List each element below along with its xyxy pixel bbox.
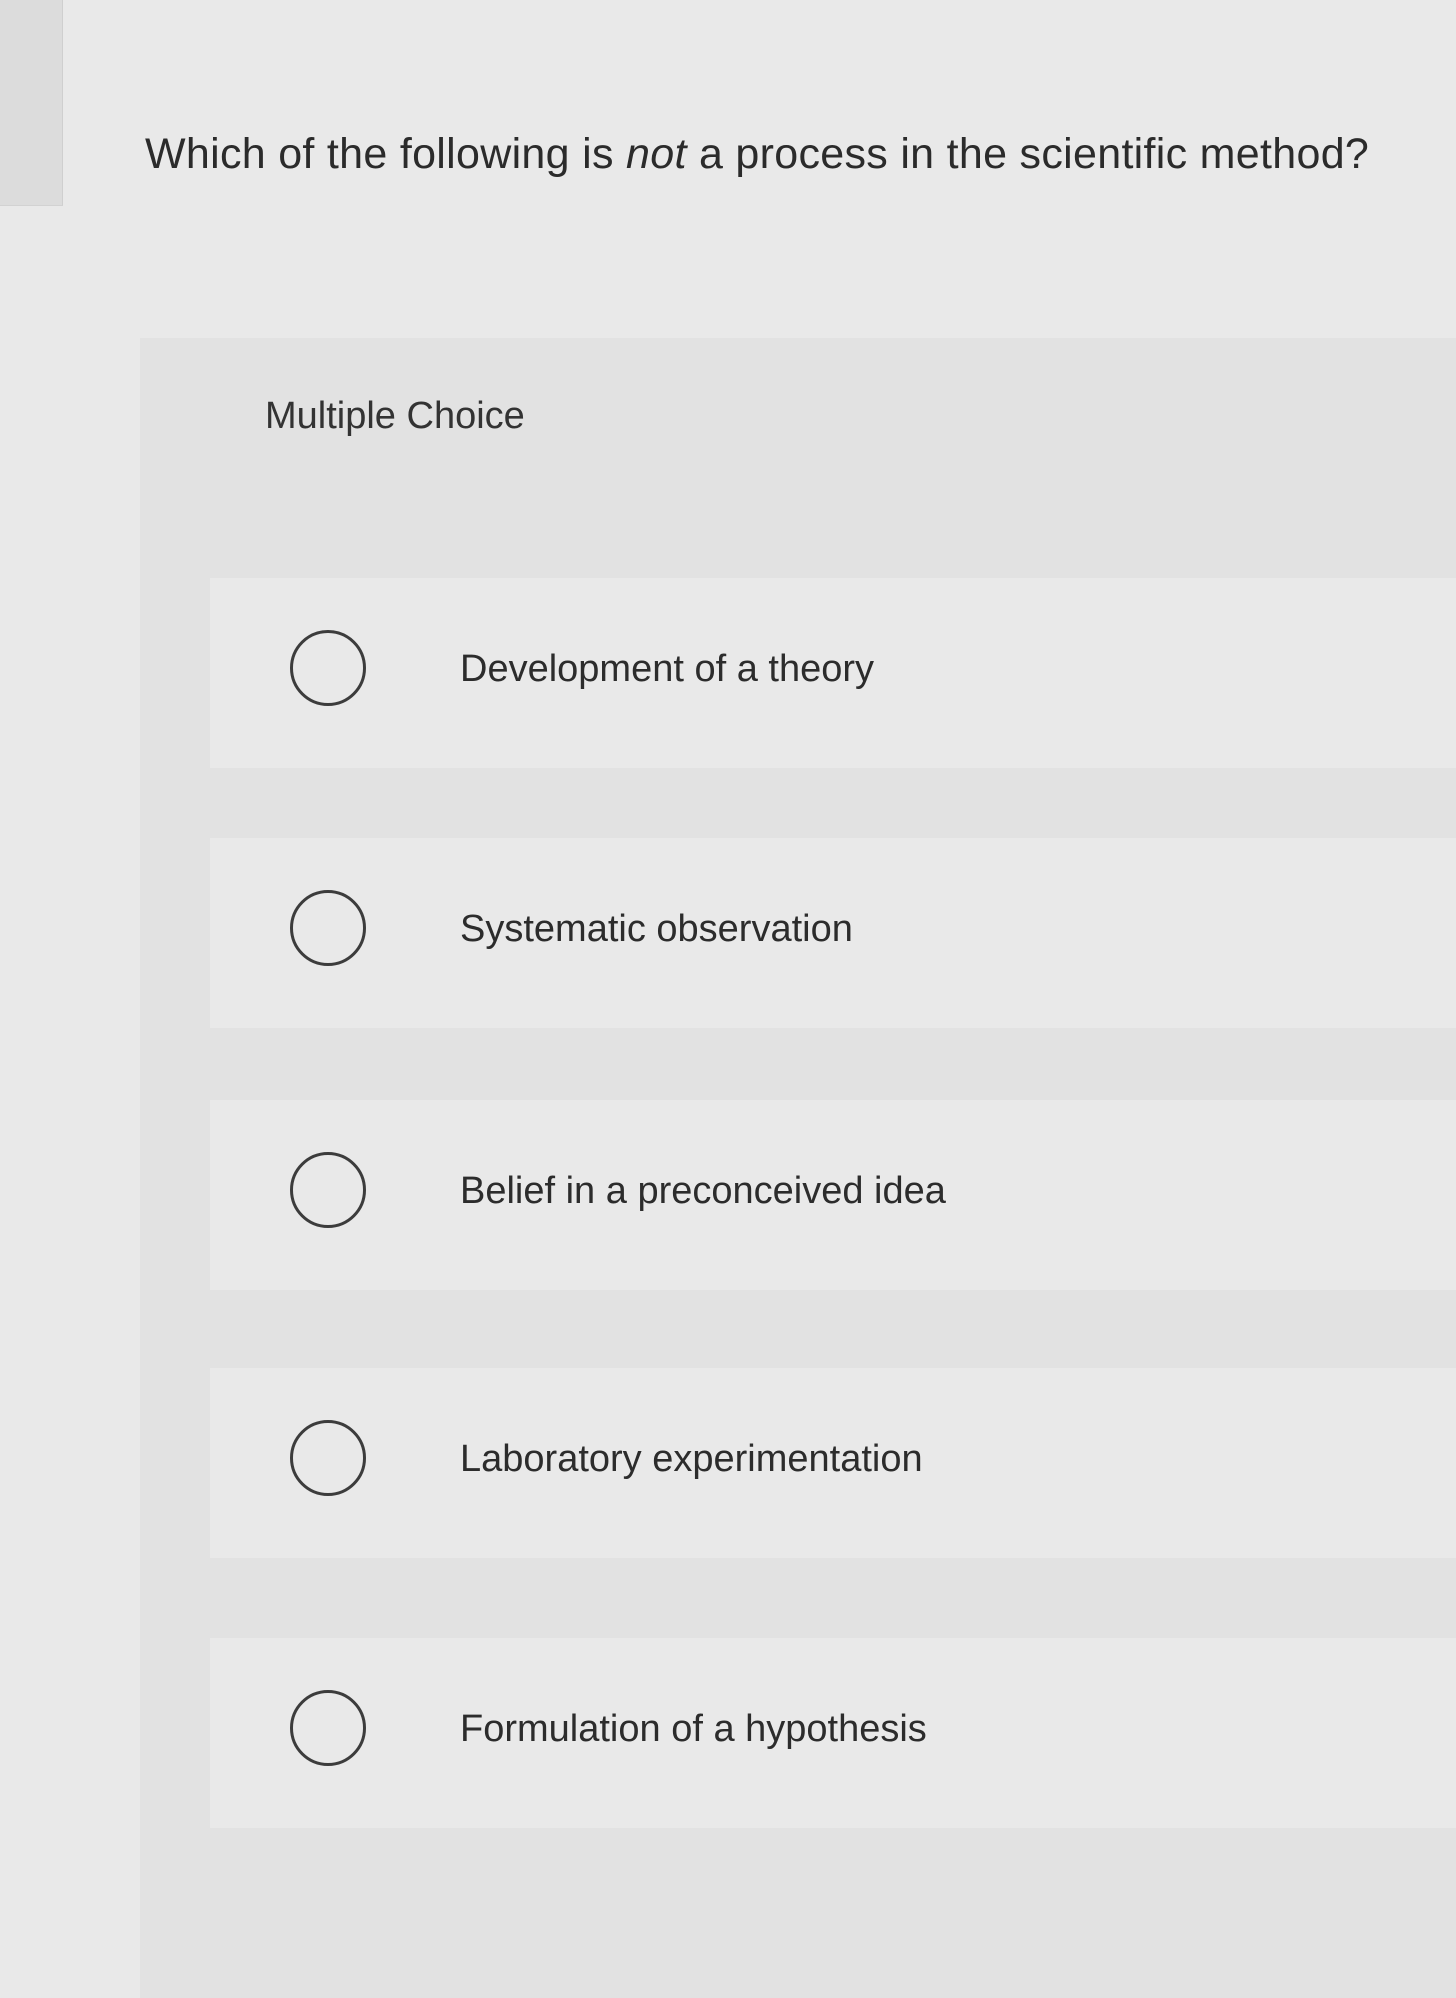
option-formulation-of-a-hypothesis[interactable]: Formulation of a hypothesis — [210, 1638, 1456, 1828]
option-systematic-observation[interactable]: Systematic observation — [210, 838, 1456, 1028]
option-label: Laboratory experimentation — [460, 1438, 923, 1480]
option-laboratory-experimentation[interactable]: Laboratory experimentation — [210, 1368, 1456, 1558]
option-label: Formulation of a hypothesis — [460, 1708, 927, 1750]
radio-button[interactable] — [290, 1420, 366, 1496]
radio-button[interactable] — [290, 1690, 366, 1766]
option-label: Belief in a preconceived idea — [460, 1170, 946, 1212]
radio-button[interactable] — [290, 1152, 366, 1228]
question-text-start: Which of the following is — [145, 130, 627, 178]
radio-button[interactable] — [290, 630, 366, 706]
option-development-of-a-theory[interactable]: Development of a theory — [210, 578, 1456, 768]
panel-label: Multiple Choice — [265, 395, 525, 437]
option-label: Systematic observation — [460, 908, 853, 950]
question-text-end: a process in the scientific method? — [686, 130, 1370, 178]
option-label: Development of a theory — [460, 648, 875, 690]
question-emphasis: not — [626, 130, 687, 178]
page-edge — [0, 0, 63, 206]
radio-button[interactable] — [290, 890, 366, 966]
question-text: Which of the following is not a process … — [145, 130, 1369, 179]
multiple-choice-panel: Multiple Choice Development of a theory … — [140, 338, 1456, 1998]
option-belief-in-a-preconceived-idea[interactable]: Belief in a preconceived idea — [210, 1100, 1456, 1290]
